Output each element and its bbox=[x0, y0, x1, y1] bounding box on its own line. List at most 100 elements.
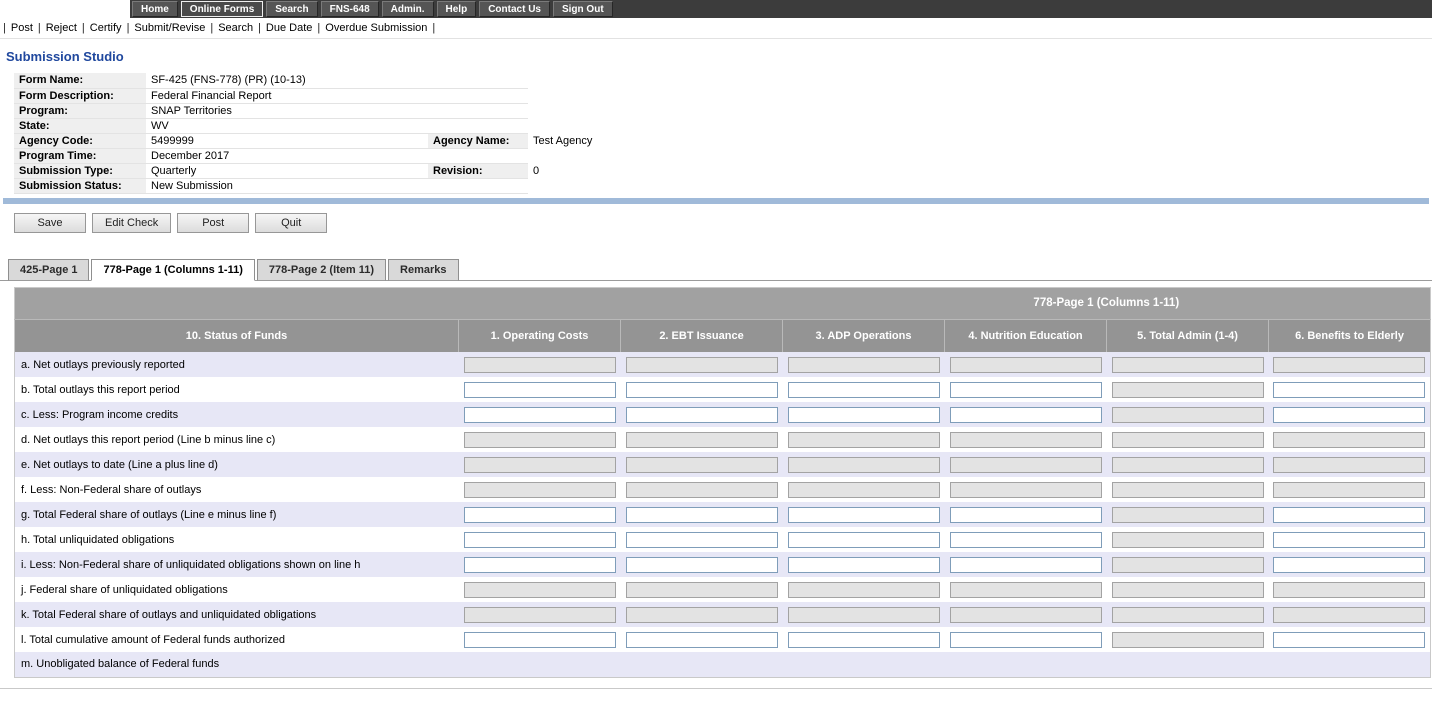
input-c-col4[interactable] bbox=[950, 407, 1102, 423]
menu-item-due-date[interactable]: Due Date bbox=[266, 22, 312, 34]
form-info-row: Submission Status:New Submission bbox=[14, 178, 1018, 193]
tab-778-page-1-columns-1-11[interactable]: 778-Page 1 (Columns 1-11) bbox=[91, 259, 254, 281]
input-a-col6 bbox=[1273, 357, 1425, 373]
quit-button[interactable]: Quit bbox=[255, 213, 327, 233]
column-header-2-ebt-issuance: 2. EBT Issuance bbox=[621, 319, 783, 352]
input-h-col1[interactable] bbox=[464, 532, 616, 548]
menu-item-certify[interactable]: Certify bbox=[90, 22, 122, 34]
input-l-col2[interactable] bbox=[626, 632, 778, 648]
post-button[interactable]: Post bbox=[177, 213, 249, 233]
input-g-col6[interactable] bbox=[1273, 507, 1425, 523]
input-d-col1 bbox=[464, 432, 616, 448]
menu-item-post[interactable]: Post bbox=[11, 22, 33, 34]
input-j-col4 bbox=[950, 582, 1102, 598]
form-info-label2 bbox=[428, 148, 528, 163]
input-h-col4[interactable] bbox=[950, 532, 1102, 548]
input-d-col2 bbox=[626, 432, 778, 448]
grid-cell bbox=[1107, 527, 1269, 552]
column-header-6-benefits-to-elderly: 6. Benefits to Elderly bbox=[1269, 319, 1431, 352]
nav-item-sign-out[interactable]: Sign Out bbox=[553, 1, 613, 17]
input-l-col4[interactable] bbox=[950, 632, 1102, 648]
input-l-col6[interactable] bbox=[1273, 632, 1425, 648]
row-label: e. Net outlays to date (Line a plus line… bbox=[15, 452, 459, 477]
grid-cell bbox=[1269, 627, 1431, 652]
grid-cell bbox=[783, 377, 945, 402]
input-b-col3[interactable] bbox=[788, 382, 940, 398]
row-label: g. Total Federal share of outlays (Line … bbox=[15, 502, 459, 527]
row-label: d. Net outlays this report period (Line … bbox=[15, 427, 459, 452]
input-b-col4[interactable] bbox=[950, 382, 1102, 398]
form-info-value2 bbox=[528, 178, 1018, 193]
nav-item-search[interactable]: Search bbox=[266, 1, 317, 17]
grid-cell bbox=[621, 577, 783, 602]
form-info-value2 bbox=[528, 148, 1018, 163]
menubar-separator: | bbox=[82, 22, 85, 34]
input-g-col3[interactable] bbox=[788, 507, 940, 523]
input-l-col3[interactable] bbox=[788, 632, 940, 648]
input-j-col1 bbox=[464, 582, 616, 598]
input-i-col2[interactable] bbox=[626, 557, 778, 573]
menu-item-submit-revise[interactable]: Submit/Revise bbox=[134, 22, 205, 34]
save-button[interactable]: Save bbox=[14, 213, 86, 233]
grid-row-f: f. Less: Non-Federal share of outlays bbox=[15, 477, 1431, 502]
menu-item-overdue-submission[interactable]: Overdue Submission bbox=[325, 22, 427, 34]
input-f-col2 bbox=[626, 482, 778, 498]
nav-item-home[interactable]: Home bbox=[132, 1, 178, 17]
input-h-col3[interactable] bbox=[788, 532, 940, 548]
grid-cell bbox=[459, 527, 621, 552]
form-info-label: Program Time: bbox=[14, 148, 146, 163]
input-l-col1[interactable] bbox=[464, 632, 616, 648]
input-i-col5 bbox=[1112, 557, 1264, 573]
nav-item-contact-us[interactable]: Contact Us bbox=[479, 1, 550, 17]
grid-cell bbox=[1269, 552, 1431, 577]
input-g-col2[interactable] bbox=[626, 507, 778, 523]
input-j-col5 bbox=[1112, 582, 1264, 598]
column-header-5-total-admin-1-4: 5. Total Admin (1-4) bbox=[1107, 319, 1269, 352]
input-d-col5 bbox=[1112, 432, 1264, 448]
input-c-col1[interactable] bbox=[464, 407, 616, 423]
form-info-row: Submission Type:QuarterlyRevision:0 bbox=[14, 163, 1018, 178]
input-h-col6[interactable] bbox=[1273, 532, 1425, 548]
input-i-col3[interactable] bbox=[788, 557, 940, 573]
nav-item-help[interactable]: Help bbox=[437, 1, 477, 17]
menu-item-reject[interactable]: Reject bbox=[46, 22, 77, 34]
tab-778-page-2-item-11[interactable]: 778-Page 2 (Item 11) bbox=[257, 259, 386, 281]
input-e-col1 bbox=[464, 457, 616, 473]
menu-item-search[interactable]: Search bbox=[218, 22, 253, 34]
grid-cell bbox=[945, 552, 1107, 577]
input-b-col1[interactable] bbox=[464, 382, 616, 398]
form-info-row: Form Name:SF-425 (FNS-778) (PR) (10-13) bbox=[14, 73, 1018, 88]
edit-check-button[interactable]: Edit Check bbox=[92, 213, 171, 233]
grid-cell bbox=[1269, 452, 1431, 477]
input-h-col2[interactable] bbox=[626, 532, 778, 548]
tab-425-page-1[interactable]: 425-Page 1 bbox=[8, 259, 89, 281]
input-i-col4[interactable] bbox=[950, 557, 1102, 573]
nav-item-admin[interactable]: Admin. bbox=[382, 1, 434, 17]
tab-remarks[interactable]: Remarks bbox=[388, 259, 458, 281]
input-c-col3[interactable] bbox=[788, 407, 940, 423]
input-c-col2[interactable] bbox=[626, 407, 778, 423]
form-info-value: Federal Financial Report bbox=[146, 88, 428, 103]
grid-cell bbox=[945, 602, 1107, 627]
grid-cell bbox=[459, 477, 621, 502]
input-c-col6[interactable] bbox=[1273, 407, 1425, 423]
input-b-col6[interactable] bbox=[1273, 382, 1425, 398]
grid-row-h: h. Total unliquidated obligations bbox=[15, 527, 1431, 552]
input-b-col2[interactable] bbox=[626, 382, 778, 398]
input-i-col1[interactable] bbox=[464, 557, 616, 573]
input-g-col1[interactable] bbox=[464, 507, 616, 523]
grid-cell bbox=[1107, 627, 1269, 652]
grid-header-row: 10. Status of Funds1. Operating Costs2. … bbox=[15, 319, 1431, 352]
nav-item-online-forms[interactable]: Online Forms bbox=[181, 1, 263, 17]
grid-cell bbox=[783, 577, 945, 602]
input-k-col1 bbox=[464, 607, 616, 623]
grid-cell bbox=[1107, 377, 1269, 402]
input-a-col1 bbox=[464, 357, 616, 373]
input-g-col4[interactable] bbox=[950, 507, 1102, 523]
input-i-col6[interactable] bbox=[1273, 557, 1425, 573]
grid-cell bbox=[783, 452, 945, 477]
nav-item-fns-648[interactable]: FNS-648 bbox=[321, 1, 379, 17]
grid-cell bbox=[621, 527, 783, 552]
grid-cell bbox=[783, 552, 945, 577]
form-info-value: New Submission bbox=[146, 178, 428, 193]
